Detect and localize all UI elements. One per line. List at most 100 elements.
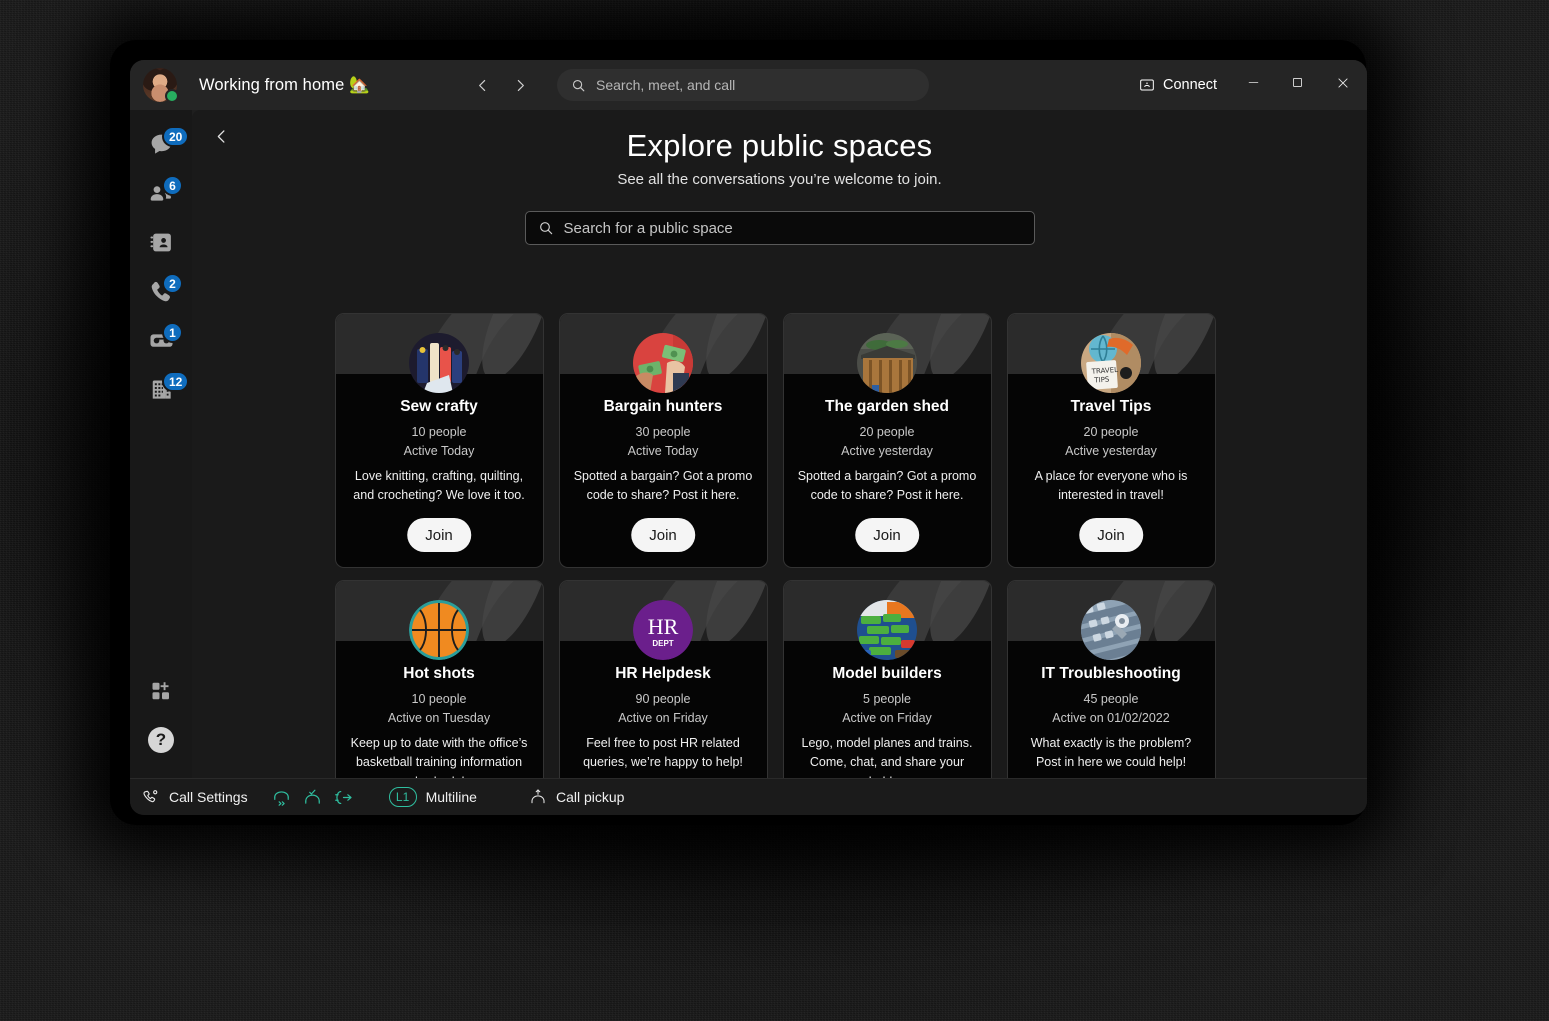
join-button[interactable]: Join	[631, 518, 695, 552]
app-window: Working from home 🏡 Search, meet, and ca…	[130, 60, 1367, 815]
close-icon	[1336, 76, 1350, 95]
space-description: Love knitting, crafting, quilting, and c…	[353, 468, 525, 503]
call-pickup-label: Call pickup	[555, 789, 625, 805]
space-title: Hot shots	[403, 665, 475, 682]
space-description: Lego, model planes and trains. Come, cha…	[801, 735, 973, 778]
call-feature-icons	[272, 788, 353, 807]
main-content: Explore public spaces See all the conver…	[192, 110, 1367, 778]
sidebar-item-company[interactable]: 12	[135, 365, 190, 414]
chat-unread-badge: 20	[162, 126, 190, 147]
nav-back-button[interactable]	[467, 69, 499, 101]
maximize-button[interactable]	[1275, 60, 1319, 110]
spaces-grid-viewport: Sew crafty 10 people Active Today Love k…	[192, 310, 1367, 778]
space-people-count: 45 people	[1083, 691, 1139, 706]
sidebar-item-teams[interactable]: 6	[135, 169, 187, 218]
space-title: HR Helpdesk	[615, 665, 711, 682]
space-card[interactable]: Sew crafty 10 people Active Today Love k…	[334, 313, 544, 568]
call-pickup-icon	[529, 788, 547, 806]
space-title: IT Troubleshooting	[1041, 665, 1181, 682]
space-card[interactable]: IT Troubleshooting 45 people Active on 0…	[1006, 580, 1216, 778]
space-title: The garden shed	[824, 398, 950, 415]
space-card[interactable]: HR DEPT HR Helpdesk 90 people Active on …	[558, 580, 768, 778]
search-icon	[538, 220, 554, 236]
sidebar-item-voicemail[interactable]: 1	[135, 316, 187, 365]
svg-text:HR: HR	[648, 614, 679, 639]
sidebar-item-contacts[interactable]	[135, 218, 187, 267]
space-card[interactable]: Hot shots 10 people Active on Tuesday Ke…	[334, 580, 544, 778]
space-active-status: Active on Tuesday	[387, 710, 491, 725]
minimize-button[interactable]	[1231, 60, 1275, 110]
page-subtitle: See all the conversations you’re welcome…	[617, 171, 942, 188]
global-search-box[interactable]: Search, meet, and call	[557, 69, 929, 101]
sidebar-item-chat[interactable]: 20	[135, 120, 190, 169]
sidebar-item-calls[interactable]: 2	[135, 267, 187, 316]
space-people-count: 5 people	[863, 691, 911, 706]
svg-text:TIPS: TIPS	[1093, 375, 1110, 384]
hr-dept-logo-avatar: HR DEPT	[633, 600, 693, 660]
garden-shed-avatar	[857, 333, 917, 393]
space-active-status: Active yesterday	[841, 443, 933, 458]
call-settings-label: Call Settings	[169, 789, 248, 805]
money-hands-avatar	[633, 333, 693, 393]
call-forward-icon[interactable]	[272, 788, 291, 807]
multiline-label: Multiline	[425, 789, 477, 805]
space-active-status: Active Today	[403, 443, 475, 458]
space-card[interactable]: TRAVEL TIPS Travel Tips 20 people Active…	[1006, 313, 1216, 568]
basketball-avatar	[409, 600, 469, 660]
page-header: Explore public spaces See all the conver…	[192, 110, 1367, 188]
space-people-count: 90 people	[635, 691, 691, 706]
connect-device-icon	[1139, 77, 1155, 93]
teams-unread-badge: 6	[162, 175, 183, 196]
space-title: Model builders	[832, 665, 942, 682]
user-avatar[interactable]	[143, 68, 179, 103]
close-button[interactable]	[1319, 60, 1367, 110]
call-pickup-group[interactable]: Call pickup	[529, 788, 624, 806]
travel-notebook-avatar: TRAVEL TIPS	[1081, 333, 1141, 393]
space-description: Keep up to date with the office’s basket…	[350, 735, 528, 778]
sidebar-item-apps[interactable]	[135, 666, 187, 715]
space-card[interactable]: The garden shed 20 people Active yesterd…	[782, 313, 992, 568]
keyboard-tools-avatar	[1081, 600, 1141, 660]
page-title-status: Working from home 🏡	[199, 75, 370, 94]
space-active-status: Active on Friday	[842, 710, 932, 725]
join-button[interactable]: Join	[407, 518, 471, 552]
phone-settings-icon	[142, 788, 160, 806]
space-people-count: 20 people	[859, 424, 915, 439]
calls-unread-badge: 2	[162, 273, 183, 294]
space-people-count: 20 people	[1083, 424, 1139, 439]
join-button[interactable]: Join	[855, 518, 919, 552]
space-description: Feel free to post HR related queries, we…	[583, 735, 743, 770]
help-question-icon: ?	[148, 726, 174, 753]
public-space-search-placeholder: Search for a public space	[563, 219, 733, 237]
connect-button[interactable]: Connect	[1125, 69, 1231, 101]
window-body: 20 6 2 1 12 ? Explore public spaces See …	[130, 110, 1367, 778]
space-title: Travel Tips	[1070, 398, 1152, 415]
maximize-icon	[1291, 76, 1304, 94]
join-button[interactable]: Join	[1079, 518, 1143, 552]
public-space-search-input[interactable]: Search for a public space	[524, 211, 1035, 245]
voicemail-unread-badge: 1	[162, 322, 183, 343]
space-active-status: Active Today	[627, 443, 699, 458]
nav-forward-button[interactable]	[505, 69, 537, 101]
multiline-group[interactable]: L1 Multiline	[388, 787, 477, 807]
call-status-bar: Call Settings L1 Multiline Call pickup	[130, 778, 1367, 815]
call-answered-icon[interactable]	[303, 788, 322, 807]
page-back-button[interactable]	[204, 122, 238, 156]
space-people-count: 10 people	[411, 691, 467, 706]
sidebar-item-help[interactable]: ?	[135, 715, 187, 764]
page-title: Explore public spaces	[626, 128, 933, 163]
apps-grid-add-icon	[149, 679, 173, 703]
navigation-rail: 20 6 2 1 12 ?	[130, 110, 192, 778]
call-settings-group[interactable]: Call Settings	[142, 788, 248, 806]
title-bar: Working from home 🏡 Search, meet, and ca…	[130, 60, 1367, 110]
call-transfer-icon[interactable]	[334, 788, 353, 807]
lego-bricks-avatar	[857, 600, 917, 660]
company-unread-badge: 12	[162, 371, 190, 392]
sewing-threads-avatar	[409, 333, 469, 393]
search-icon	[571, 78, 586, 93]
space-card[interactable]: Model builders 5 people Active on Friday…	[782, 580, 992, 778]
space-people-count: 30 people	[635, 424, 691, 439]
space-title: Sew crafty	[400, 398, 478, 415]
spaces-grid: Sew crafty 10 people Active Today Love k…	[334, 310, 1225, 778]
space-card[interactable]: Bargain hunters 30 people Active Today S…	[558, 313, 768, 568]
